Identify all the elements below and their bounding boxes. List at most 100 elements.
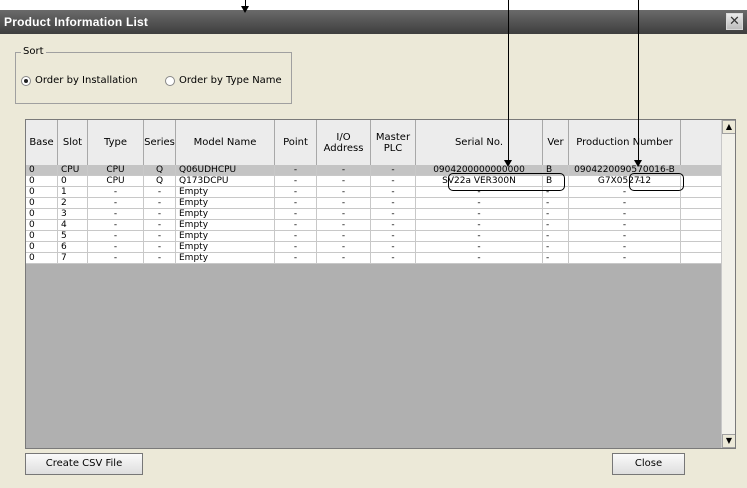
table-cell: - bbox=[569, 231, 681, 242]
column-header[interactable]: Series bbox=[144, 120, 176, 165]
table-cell: Q bbox=[144, 176, 176, 187]
pointer-line-production bbox=[638, 0, 639, 161]
table-cell: - bbox=[371, 165, 416, 176]
table-cell: - bbox=[275, 198, 317, 209]
table-header: Base Slot Type Series Model Name Point I/O Add… bbox=[26, 120, 721, 166]
close-window-button[interactable]: ✕ bbox=[726, 13, 743, 30]
table-cell: - bbox=[88, 187, 144, 198]
column-header[interactable]: I/O Address bbox=[317, 120, 371, 165]
table-cell: CPU bbox=[58, 165, 88, 176]
table-row[interactable]: 0 1- - Empty - - - - - - bbox=[26, 187, 721, 198]
radio-selected-icon bbox=[21, 75, 31, 86]
table-cell: - bbox=[371, 242, 416, 253]
table-cell: Empty bbox=[176, 253, 275, 264]
table-cell: 0 bbox=[26, 231, 58, 242]
table-cell: 0 bbox=[26, 220, 58, 231]
column-header[interactable]: Production Number bbox=[569, 120, 681, 165]
column-header[interactable]: Model Name bbox=[176, 120, 275, 165]
table-cell: - bbox=[144, 187, 176, 198]
table-cell: 7 bbox=[58, 253, 88, 264]
table-row[interactable]: 0 0 CPU Q Q173DCPU - - - SV22a VER300N B G7X052712… bbox=[26, 176, 721, 187]
table-row[interactable]: 0 4- - Empty - - - - - - bbox=[26, 220, 721, 231]
column-header[interactable]: Slot bbox=[58, 120, 88, 165]
table-cell: - bbox=[275, 242, 317, 253]
table-cell: - bbox=[275, 220, 317, 231]
table-cell: 4 bbox=[58, 220, 88, 231]
column-header[interactable]: Point bbox=[275, 120, 317, 165]
vertical-scrollbar[interactable]: ▲ ▼ bbox=[721, 120, 735, 448]
table-cell: - bbox=[569, 242, 681, 253]
table-cell: Empty bbox=[176, 231, 275, 242]
table-cell: Q173DCPU bbox=[176, 176, 275, 187]
table-cell: - bbox=[416, 242, 543, 253]
table-cell: Empty bbox=[176, 242, 275, 253]
table-cell: 0 bbox=[26, 176, 58, 187]
table-cell: - bbox=[543, 209, 569, 220]
table-cell: - bbox=[543, 220, 569, 231]
table-cell: - bbox=[569, 209, 681, 220]
arrow-down-icon bbox=[241, 6, 249, 13]
arrow-down-icon bbox=[634, 160, 642, 167]
production-callout-frame bbox=[629, 173, 684, 191]
table-cell: - bbox=[317, 253, 371, 264]
table-cell: 0 bbox=[26, 198, 58, 209]
table-cell: - bbox=[275, 253, 317, 264]
table-cell: - bbox=[144, 209, 176, 220]
table-cell: 0 bbox=[26, 253, 58, 264]
title-bar: Product Information List ✕ bbox=[0, 10, 747, 34]
scroll-up-arrow-icon[interactable]: ▲ bbox=[722, 120, 735, 134]
column-header[interactable]: Base bbox=[26, 120, 58, 165]
table-row[interactable]: 0 6- - Empty - - - - - - bbox=[26, 242, 721, 253]
table-cell: 2 bbox=[58, 198, 88, 209]
column-header[interactable]: Serial No. bbox=[416, 120, 543, 165]
table-row[interactable]: 0 5- - Empty - - - - - - bbox=[26, 231, 721, 242]
table-cell: - bbox=[317, 165, 371, 176]
table-cell: - bbox=[371, 231, 416, 242]
table-cell: - bbox=[371, 198, 416, 209]
table-cell: Empty bbox=[176, 209, 275, 220]
radio-order-by-installation[interactable]: Order by Installation bbox=[21, 75, 137, 86]
table-cell: 0 bbox=[58, 176, 88, 187]
column-header[interactable]: Type bbox=[88, 120, 144, 165]
table-cell: - bbox=[275, 209, 317, 220]
table-cell: 6 bbox=[58, 242, 88, 253]
arrow-down-icon bbox=[504, 160, 512, 167]
table-cell: - bbox=[317, 176, 371, 187]
table-cell: 5 bbox=[58, 231, 88, 242]
column-header[interactable]: Master PLC bbox=[371, 120, 416, 165]
table-cell: - bbox=[144, 231, 176, 242]
table-cell: 0 bbox=[26, 187, 58, 198]
table-cell: - bbox=[275, 231, 317, 242]
radio-label-type-name: Order by Type Name bbox=[179, 75, 282, 86]
table-cell: - bbox=[317, 220, 371, 231]
table-cell: - bbox=[371, 209, 416, 220]
table-cell: - bbox=[416, 253, 543, 264]
table-cell: - bbox=[144, 220, 176, 231]
table-cell: - bbox=[88, 198, 144, 209]
table-row[interactable]: 0 CPU CPU Q Q06UDHCPU - - -0904200000000000 B 090… bbox=[26, 165, 721, 176]
radio-order-by-type-name[interactable]: Order by Type Name bbox=[165, 75, 282, 86]
table-cell: - bbox=[371, 253, 416, 264]
table-row[interactable]: 0 3- - Empty - - - - - - bbox=[26, 209, 721, 220]
table-cell: - bbox=[416, 198, 543, 209]
table-cell: - bbox=[371, 220, 416, 231]
table-cell: 0 bbox=[26, 242, 58, 253]
close-button[interactable]: Close bbox=[612, 453, 685, 475]
table-row[interactable]: 0 2- - Empty - - - - - - bbox=[26, 198, 721, 209]
table-cell: - bbox=[569, 220, 681, 231]
scroll-down-arrow-icon[interactable]: ▼ bbox=[722, 434, 735, 448]
table-cell: - bbox=[371, 187, 416, 198]
sort-legend: Sort bbox=[21, 46, 46, 57]
table-cell: - bbox=[416, 231, 543, 242]
table-cell: - bbox=[88, 242, 144, 253]
product-table: Base Slot Type Series Model Name Point I/O Add… bbox=[25, 119, 736, 449]
table-cell: - bbox=[88, 209, 144, 220]
table-cell: - bbox=[416, 209, 543, 220]
table-cell: - bbox=[275, 176, 317, 187]
column-header[interactable]: Ver bbox=[543, 120, 569, 165]
create-csv-file-button[interactable]: Create CSV File bbox=[25, 453, 143, 475]
table-cell: - bbox=[317, 242, 371, 253]
table-cell: - bbox=[144, 198, 176, 209]
table-cell: - bbox=[317, 209, 371, 220]
table-row[interactable]: 0 7- - Empty - - - - - - bbox=[26, 253, 721, 264]
